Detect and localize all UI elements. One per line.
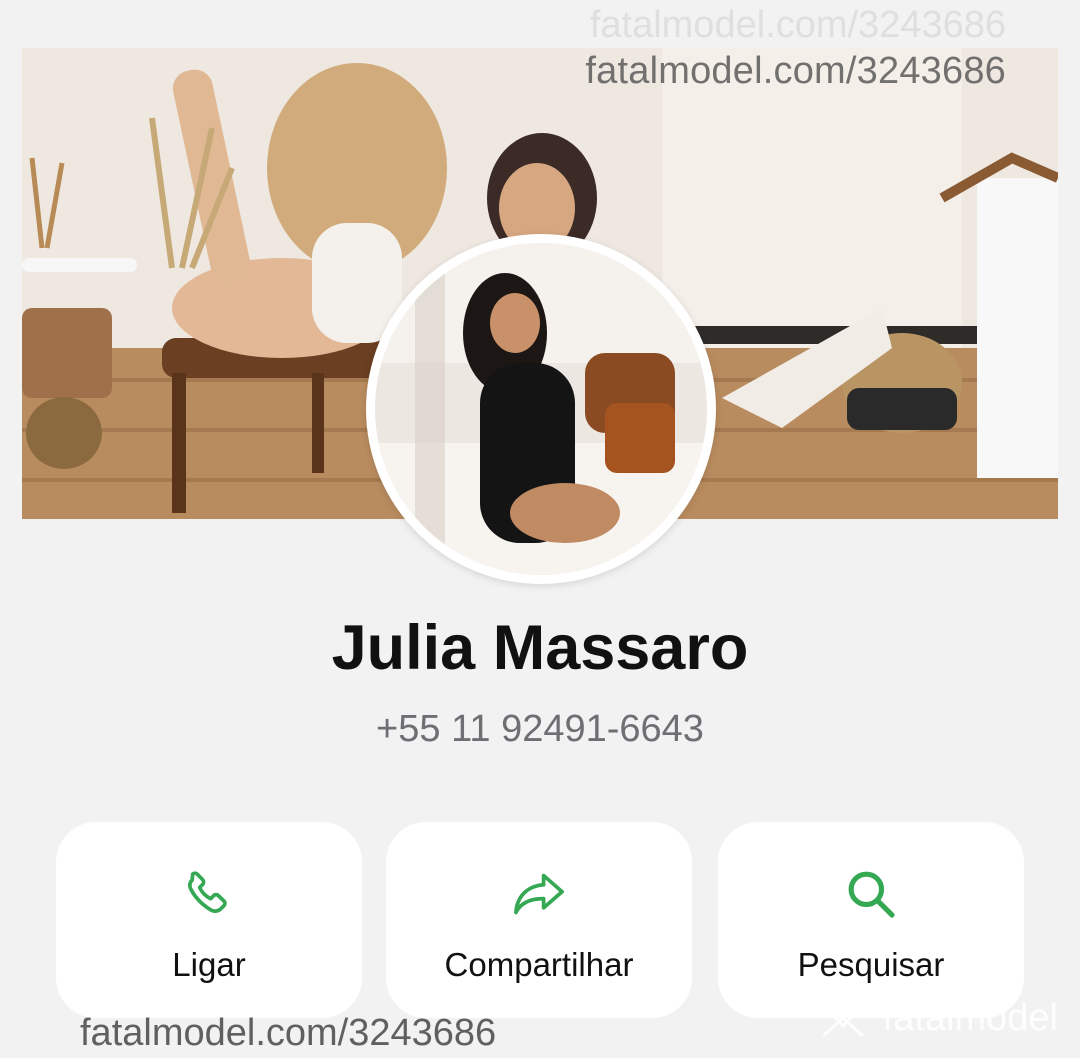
brand-watermark: fatalmodel — [813, 996, 1058, 1040]
phone-icon — [56, 866, 362, 922]
watermark-ghost-text: fatalmodel.com/3243686 — [589, 4, 1006, 46]
call-button-label: Ligar — [172, 946, 246, 983]
brand-logo-icon — [817, 998, 868, 1038]
share-button[interactable]: Compartilhar — [386, 822, 692, 1018]
watermark-text-top: fatalmodel.com/3243686 — [585, 50, 1006, 92]
contact-name: Julia Massaro — [331, 613, 749, 683]
contact-phone: +55 11 92491-6643 — [376, 708, 704, 750]
search-button[interactable]: Pesquisar — [718, 822, 1024, 1018]
search-button-label: Pesquisar — [797, 946, 945, 983]
profile-avatar[interactable] — [366, 234, 716, 584]
avatar-illustration — [375, 243, 707, 575]
watermark-text-bottom: fatalmodel.com/3243686 — [80, 1012, 497, 1054]
share-button-label: Compartilhar — [444, 946, 634, 983]
avatar-photo — [375, 243, 707, 575]
search-icon — [718, 866, 1024, 922]
brand-watermark-text: fatalmodel — [882, 996, 1058, 1039]
call-button[interactable]: Ligar — [56, 822, 362, 1018]
share-arrow-icon — [386, 866, 692, 922]
